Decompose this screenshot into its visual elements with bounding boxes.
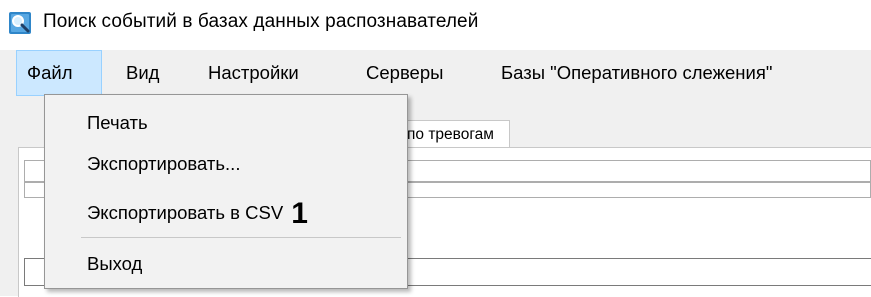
menu-item-export-csv-label: Экспортировать в CSV — [87, 202, 284, 223]
title-bar: Поиск событий в базах данных распознават… — [0, 0, 871, 48]
menu-item-print[interactable]: Печать — [87, 112, 148, 134]
search-icon — [9, 12, 31, 34]
menu-item-print-label: Печать — [87, 112, 148, 133]
menu-item-export-csv[interactable]: Экспортировать в CSV 1 — [87, 193, 308, 230]
menu-operational-databases[interactable]: Базы "Оперативного слежения" — [491, 50, 782, 96]
callout-number: 1 — [291, 197, 308, 230]
menu-file[interactable]: Файл — [16, 50, 102, 96]
menu-bar: Файл Вид Настройки Серверы Базы "Операти… — [0, 50, 871, 96]
menu-item-export-label: Экспортировать... — [87, 153, 241, 174]
menu-gutter — [45, 95, 73, 288]
menu-item-exit[interactable]: Выход — [87, 253, 142, 275]
menu-separator — [81, 237, 401, 238]
menu-item-exit-label: Выход — [87, 253, 143, 274]
window-title: Поиск событий в базах данных распознават… — [43, 11, 479, 32]
menu-settings[interactable]: Настройки — [198, 50, 309, 96]
file-menu-dropdown: Печать Экспортировать... Экспортировать … — [44, 94, 408, 289]
menu-item-export[interactable]: Экспортировать... — [87, 153, 240, 175]
menu-view[interactable]: Вид — [116, 50, 169, 96]
menu-servers[interactable]: Серверы — [356, 50, 453, 96]
